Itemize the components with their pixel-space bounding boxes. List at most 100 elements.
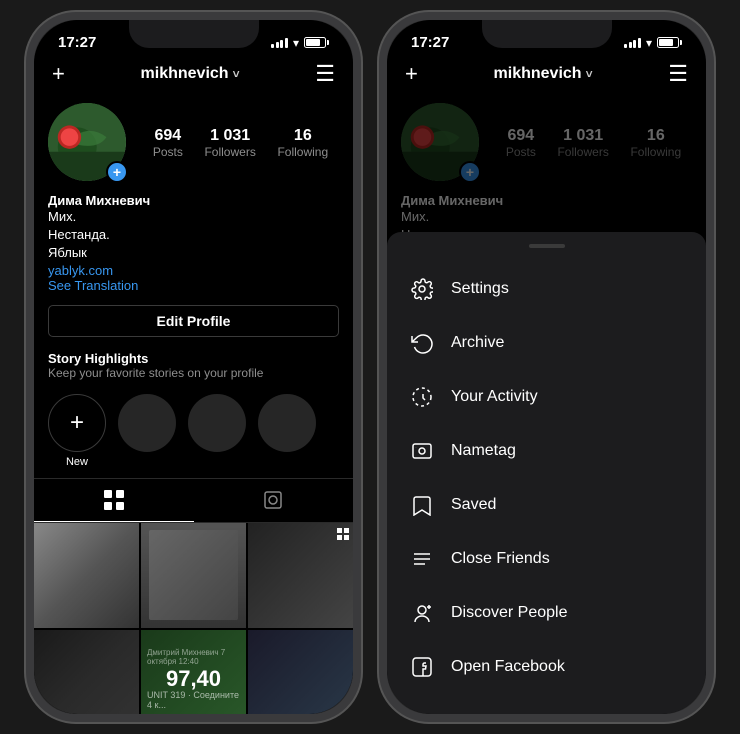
signal-icon-1 — [271, 38, 288, 48]
following-stat-2: 16 Following — [630, 127, 681, 159]
profile-header-2: + 694 Posts 1 031 Followers 16 Following — [387, 93, 706, 189]
highlight-item-3[interactable] — [258, 394, 316, 468]
profile-stats-1: 694 Posts 1 031 Followers 16 Following — [142, 127, 339, 159]
grid-cell-4[interactable] — [34, 630, 139, 714]
menu-label-facebook: Open Facebook — [451, 658, 565, 676]
profile-stats-2: 694 Posts 1 031 Followers 16 Following — [495, 127, 692, 159]
settings-icon — [409, 276, 435, 302]
bio-website-1[interactable]: yablyk.com — [48, 263, 339, 278]
phones-container: 17:27 ▾ + — [16, 2, 724, 732]
phone-screen-1: 17:27 ▾ + — [34, 20, 353, 714]
highlight-circle-3 — [258, 394, 316, 452]
avatar-add-button-1[interactable]: + — [106, 161, 128, 183]
chevron-icon-1: ˅ — [233, 67, 240, 81]
highlights-header-1: Story Highlights — [48, 351, 339, 366]
posts-stat-1[interactable]: 694 Posts — [153, 127, 183, 159]
status-icons-2: ▾ — [624, 36, 682, 50]
followers-label-2: Followers — [557, 145, 608, 159]
image-grid-1: Дмитрий Михневич 7 октября 12:40 97,40 U… — [34, 523, 353, 714]
phone-2: 17:27 ▾ + — [379, 12, 714, 722]
posts-count-1: 694 — [154, 127, 181, 145]
highlight-circle-2 — [188, 394, 246, 452]
followers-stat-1[interactable]: 1 031 Followers — [204, 127, 255, 159]
nav-username-1[interactable]: mikhnevich ˅ — [141, 65, 240, 83]
status-icons-1: ▾ — [271, 36, 329, 50]
profile-bio-1: Дима Михневич Мих. Нестанда. Яблык yably… — [34, 189, 353, 299]
menu-overlay: Settings Archive — [387, 232, 706, 714]
bio-line1-2: Мих. — [401, 208, 692, 226]
signal-icon-2 — [624, 38, 641, 48]
bio-name-1: Дима Михневич — [48, 193, 339, 208]
grid-cell-2[interactable] — [141, 523, 246, 628]
menu-label-saved: Saved — [451, 496, 496, 514]
grid-cell-3[interactable] — [248, 523, 353, 628]
menu-label-close-friends: Close Friends — [451, 550, 550, 568]
menu-item-archive[interactable]: Archive — [387, 316, 706, 370]
grid-cell-5[interactable]: Дмитрий Михневич 7 октября 12:40 97,40 U… — [141, 630, 246, 714]
posts-count-2: 694 — [507, 127, 534, 145]
menu-label-discover: Discover People — [451, 604, 568, 622]
highlight-circle-1 — [118, 394, 176, 452]
menu-item-settings[interactable]: Settings — [387, 262, 706, 316]
nav-username-2[interactable]: mikhnevich ˅ — [494, 65, 593, 83]
followers-label-1: Followers — [204, 145, 255, 159]
saved-icon — [409, 492, 435, 518]
bio-translate-1[interactable]: See Translation — [48, 278, 339, 293]
highlight-new-circle: + — [48, 394, 106, 452]
plus-icon-1[interactable]: + — [52, 61, 65, 87]
bio-line2-1: Нестанда. — [48, 226, 339, 244]
following-label-2: Following — [630, 145, 681, 159]
profile-header-1: + 694 Posts 1 031 Followers 16 Following — [34, 93, 353, 189]
menu-item-activity[interactable]: Your Activity — [387, 370, 706, 424]
highlight-item-1[interactable] — [118, 394, 176, 468]
menu-item-nametag[interactable]: Nametag — [387, 424, 706, 478]
story-highlights-1: Story Highlights Keep your favorite stor… — [34, 343, 353, 384]
phone-screen-2: 17:27 ▾ + — [387, 20, 706, 714]
following-label-1: Following — [277, 145, 328, 159]
nav-bar-2: + mikhnevich ˅ ☰ — [387, 55, 706, 93]
menu-label-archive: Archive — [451, 334, 504, 352]
avatar-add-button-2: + — [459, 161, 481, 183]
discover-icon — [409, 600, 435, 626]
battery-icon-2 — [657, 37, 682, 48]
following-stat-1[interactable]: 16 Following — [277, 127, 328, 159]
highlights-row-1: + New — [34, 384, 353, 478]
posts-label-1: Posts — [153, 145, 183, 159]
menu-icon-2[interactable]: ☰ — [668, 61, 688, 87]
menu-handle[interactable] — [529, 244, 565, 248]
activity-icon — [409, 384, 435, 410]
edit-profile-button-1[interactable]: Edit Profile — [48, 305, 339, 337]
bio-line1-1: Мих. — [48, 208, 339, 226]
wifi-icon-2: ▾ — [646, 36, 652, 50]
following-count-1: 16 — [294, 127, 312, 145]
menu-item-facebook[interactable]: Open Facebook — [387, 640, 706, 694]
following-count-2: 16 — [647, 127, 665, 145]
menu-item-discover[interactable]: Discover People — [387, 586, 706, 640]
bio-name-2: Дима Михневич — [401, 193, 692, 208]
phone-notch-1 — [129, 20, 259, 48]
menu-label-nametag: Nametag — [451, 442, 516, 460]
chevron-icon-2: ˅ — [586, 67, 593, 81]
followers-stat-2: 1 031 Followers — [557, 127, 608, 159]
plus-icon-2[interactable]: + — [405, 61, 418, 87]
menu-icon-1[interactable]: ☰ — [315, 61, 335, 87]
username-text-2: mikhnevich — [494, 65, 582, 83]
tab-bar-profile-1 — [34, 478, 353, 523]
nametag-icon — [409, 438, 435, 464]
highlight-item-2[interactable] — [188, 394, 246, 468]
phone-notch-2 — [482, 20, 612, 48]
grid-cell-1[interactable] — [34, 523, 139, 628]
grid-cell-6[interactable] — [248, 630, 353, 714]
tab-grid-1[interactable] — [34, 479, 194, 522]
tab-tag-1[interactable] — [194, 479, 354, 522]
facebook-icon — [409, 654, 435, 680]
posts-stat-2: 694 Posts — [506, 127, 536, 159]
followers-count-2: 1 031 — [563, 127, 603, 145]
phone-1: 17:27 ▾ + — [26, 12, 361, 722]
battery-icon-1 — [304, 37, 329, 48]
highlight-new-1[interactable]: + New — [48, 394, 106, 468]
avatar-container-1[interactable]: + — [48, 103, 128, 183]
menu-item-close-friends[interactable]: Close Friends — [387, 532, 706, 586]
menu-item-saved[interactable]: Saved — [387, 478, 706, 532]
wifi-icon-1: ▾ — [293, 36, 299, 50]
